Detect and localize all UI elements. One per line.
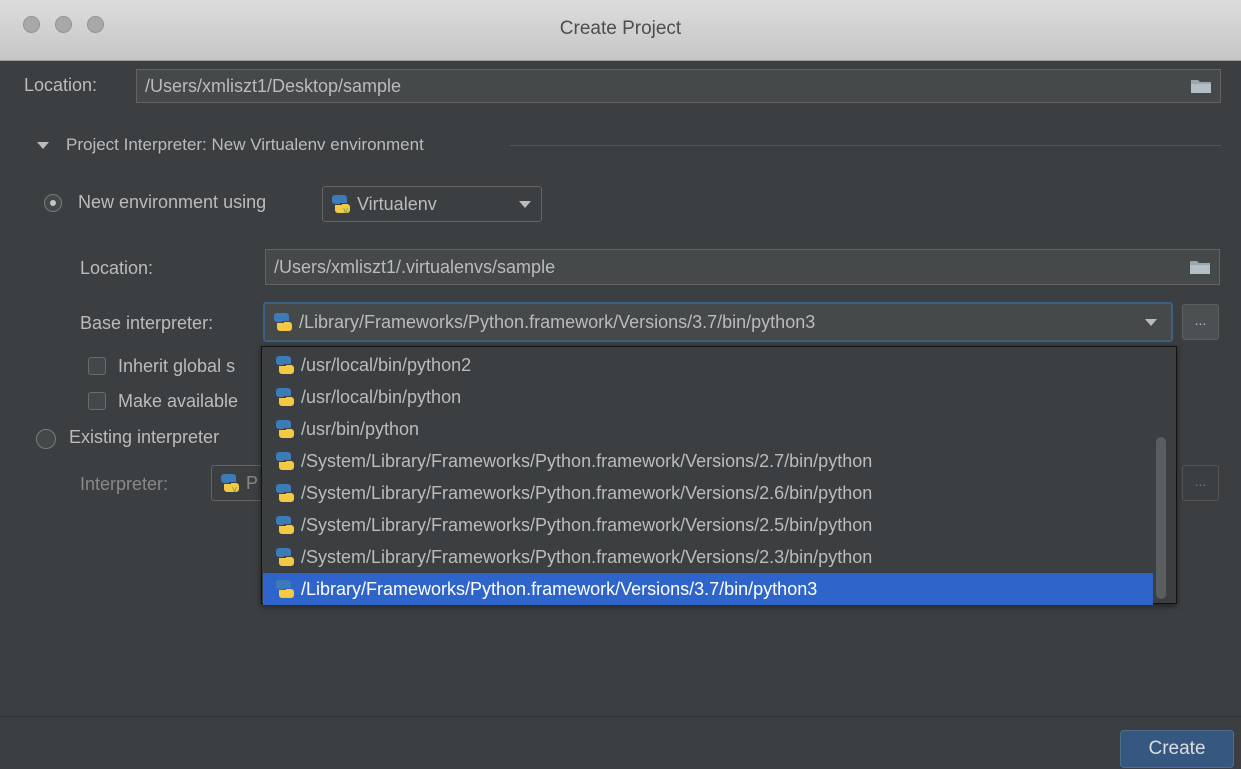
base-interpreter-label: Base interpreter: <box>80 313 214 333</box>
create-project-dialog: Create Project Location: /Users/xmliszt1… <box>0 0 1241 769</box>
make-available-checkbox[interactable] <box>88 392 106 410</box>
svg-text:v: v <box>232 485 238 493</box>
interpreter-label: Interpreter: <box>80 474 169 494</box>
environment-tool-combo[interactable]: v Virtualenv <box>322 186 542 222</box>
python-virtualenv-icon: v <box>332 195 350 214</box>
create-button[interactable]: Create <box>1120 730 1234 768</box>
browse-base-interpreter-button[interactable]: ... <box>1182 304 1219 340</box>
dropdown-option[interactable]: /System/Library/Frameworks/Python.framew… <box>263 509 1153 541</box>
dropdown-option[interactable]: /Library/Frameworks/Python.framework/Ver… <box>263 573 1153 605</box>
project-location-field[interactable]: /Users/xmliszt1/Desktop/sample <box>136 69 1221 103</box>
existing-interpreter-radio[interactable] <box>36 429 56 449</box>
existing-interpreter-label: Existing interpreter <box>69 427 220 447</box>
python-icon <box>276 516 294 534</box>
dropdown-option-label: /usr/local/bin/python <box>301 386 462 407</box>
inherit-global-checkbox[interactable] <box>88 357 106 375</box>
folder-icon[interactable] <box>1190 78 1212 94</box>
dropdown-option-label: /System/Library/Frameworks/Python.framew… <box>301 514 873 535</box>
interpreter-section-title[interactable]: Project Interpreter: New Virtualenv envi… <box>66 135 424 155</box>
venv-location-label: Location: <box>80 258 154 278</box>
dropdown-option-label: /Library/Frameworks/Python.framework/Ver… <box>301 578 818 599</box>
dropdown-option[interactable]: /System/Library/Frameworks/Python.framew… <box>263 477 1153 509</box>
svg-text:v: v <box>343 206 349 214</box>
make-available-label: Make available <box>118 391 239 411</box>
venv-location-field[interactable]: /Users/xmliszt1/.virtualenvs/sample <box>265 249 1220 285</box>
python-icon <box>276 452 294 470</box>
section-collapse-arrow-icon[interactable] <box>37 142 49 149</box>
folder-icon[interactable] <box>1189 259 1211 275</box>
python-icon <box>274 313 292 331</box>
dropdown-option-label: /usr/bin/python <box>301 418 420 439</box>
chevron-down-icon <box>519 201 531 208</box>
inherit-global-label: Inherit global s <box>118 356 236 376</box>
chevron-down-icon <box>1145 319 1157 326</box>
venv-location-value: /Users/xmliszt1/.virtualenvs/sample <box>274 256 556 277</box>
dropdown-option-label: /System/Library/Frameworks/Python.framew… <box>301 450 873 471</box>
dropdown-scrollbar[interactable] <box>1156 437 1166 599</box>
base-interpreter-combo[interactable]: /Library/Frameworks/Python.framework/Ver… <box>263 302 1173 342</box>
dropdown-option-label: /System/Library/Frameworks/Python.framew… <box>301 546 873 567</box>
environment-tool-value: Virtualenv <box>357 193 437 214</box>
window-title: Create Project <box>559 18 682 39</box>
dropdown-option[interactable]: /System/Library/Frameworks/Python.framew… <box>263 445 1153 477</box>
base-interpreter-dropdown[interactable]: /usr/local/bin/python2 /usr/local/bin/py… <box>261 346 1177 605</box>
dropdown-option[interactable]: /usr/local/bin/python <box>263 381 1153 413</box>
python-icon <box>276 484 294 502</box>
python-icon <box>276 548 294 566</box>
python-icon <box>276 580 294 598</box>
existing-interpreter-value: P <box>246 472 259 493</box>
base-interpreter-value: /Library/Frameworks/Python.framework/Ver… <box>299 311 816 332</box>
project-location-label: Location: <box>24 75 98 95</box>
dropdown-option-label: /System/Library/Frameworks/Python.framew… <box>301 482 873 503</box>
python-icon <box>276 420 294 438</box>
browse-existing-interpreter-button[interactable]: ... <box>1182 465 1219 501</box>
dropdown-option[interactable]: /System/Library/Frameworks/Python.framew… <box>263 541 1153 573</box>
python-icon <box>276 388 294 406</box>
new-environment-label: New environment using <box>78 192 267 212</box>
python-virtualenv-icon: v <box>221 474 239 493</box>
dropdown-option-label: /usr/local/bin/python2 <box>301 354 472 375</box>
new-environment-radio[interactable] <box>44 194 62 212</box>
dropdown-option[interactable]: /usr/bin/python <box>263 413 1153 445</box>
title-bar[interactable]: Create Project <box>0 0 1241 61</box>
section-divider <box>510 145 1221 146</box>
project-location-value: /Users/xmliszt1/Desktop/sample <box>145 75 402 96</box>
dropdown-option[interactable]: /usr/local/bin/python2 <box>263 349 1153 381</box>
python-icon <box>276 356 294 374</box>
footer-divider <box>0 716 1241 717</box>
